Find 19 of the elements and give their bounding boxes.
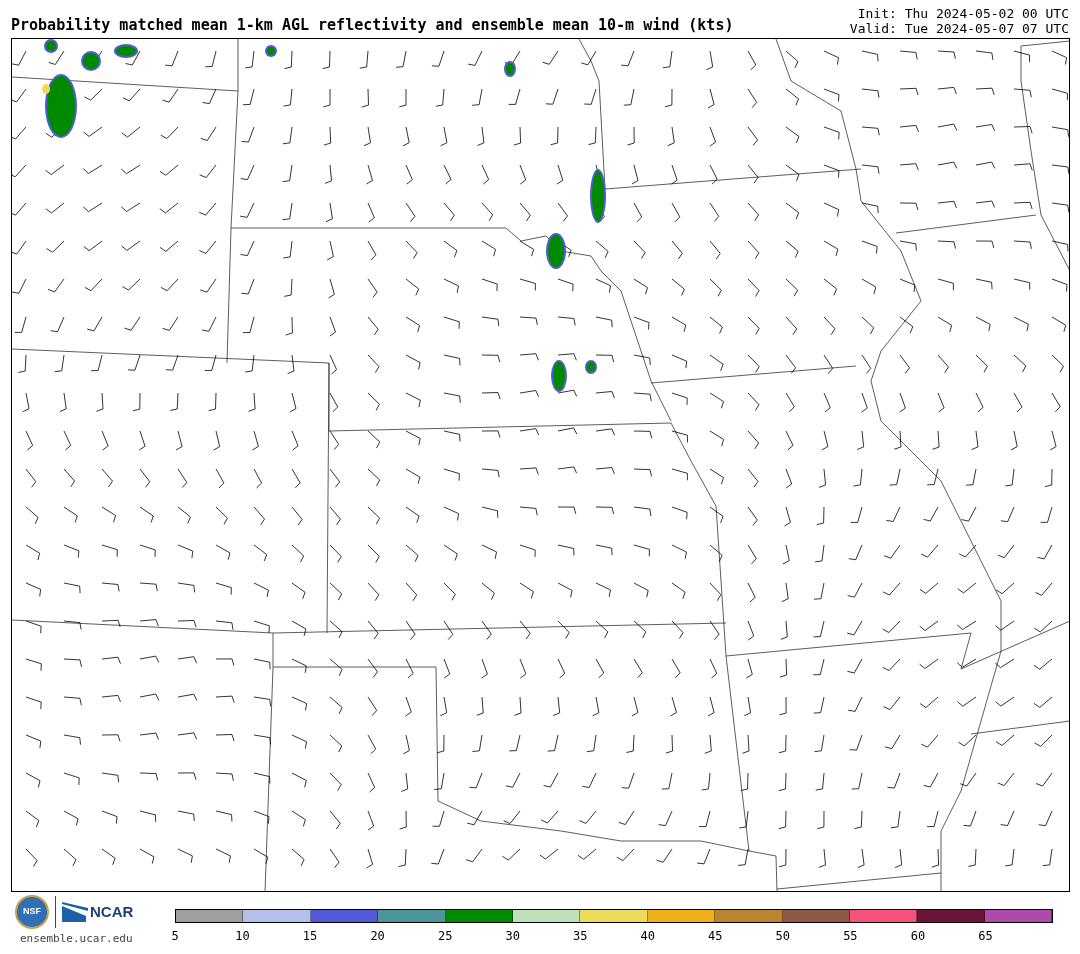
colorbar-tick-label: 30 — [505, 928, 520, 945]
ncar-logo-text: NCAR — [90, 901, 134, 922]
colorbar-tick-label: 40 — [640, 928, 655, 945]
map-title: Probability matched mean 1-km AGL reflectivity and ensemble mean 10-m wind (kts) — [11, 15, 734, 36]
nsf-logo: NSF — [15, 895, 49, 929]
colorbar-tick-label: 25 — [437, 928, 453, 945]
colorbar-tick-label: 60 — [910, 928, 926, 945]
ncar-logo-icon — [62, 902, 88, 922]
init-time: Init: Thu 2024-05-02 00 UTC — [857, 6, 1069, 21]
colorbar-tick-label: 55 — [843, 928, 858, 945]
colorbar-tick-label: 10 — [235, 928, 250, 945]
colorbar-tick-label: 35 — [573, 928, 588, 945]
colorbar-tick-label: 20 — [370, 928, 385, 945]
colorbar-tick-label: 5 — [171, 928, 179, 945]
colorbar-tick-label: 65 — [978, 928, 993, 945]
valid-time: Valid: Tue 2024-05-07 07 UTC — [849, 21, 1069, 36]
colorbar-tick-label: 50 — [775, 928, 791, 945]
colorbar-tick-label: 45 — [708, 928, 723, 945]
colorbar-tick-label: 15 — [302, 928, 318, 945]
